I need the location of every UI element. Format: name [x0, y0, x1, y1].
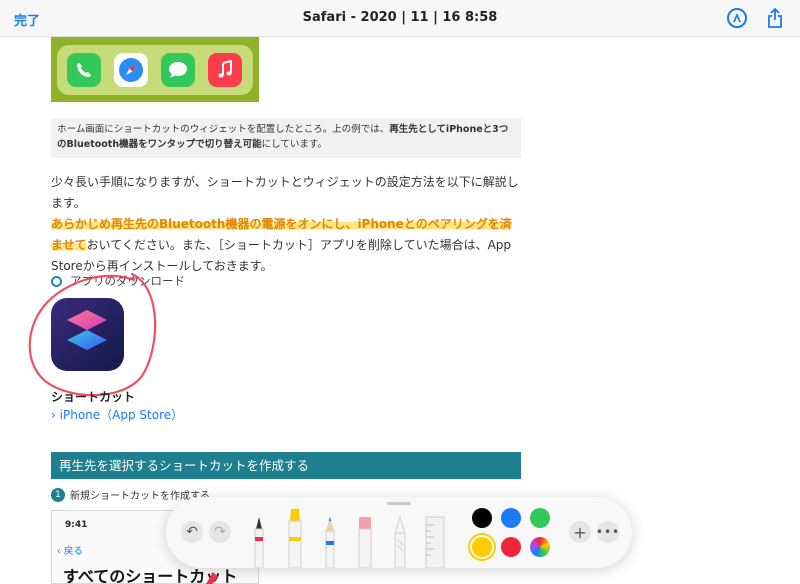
store-link-label: iPhone（App Store）: [59, 408, 184, 422]
chevron-left-icon: ‹: [57, 546, 61, 557]
chevron-right-icon: ›: [51, 408, 56, 422]
toolbar-grabber[interactable]: [387, 502, 411, 505]
pen-annotation-circle: [28, 272, 157, 397]
article-paragraph: 少々長い手順になりますが、ショートカットとウィジェットの設定方法を以下に解説しま…: [51, 172, 523, 277]
color-wheel-icon[interactable]: [530, 537, 550, 557]
add-icon[interactable]: +: [569, 521, 591, 543]
ruler-tool-icon[interactable]: [424, 515, 446, 568]
color-yellow-swatch[interactable]: [472, 537, 492, 557]
page-title: Safari - 2020 | 11 | 16 8:58: [302, 10, 498, 25]
phone-icon: [67, 53, 101, 87]
color-blue-swatch[interactable]: [501, 508, 521, 528]
app-store-link[interactable]: › iPhone（App Store）: [51, 406, 183, 423]
paragraph-text: 少々長い手順になりますが、ショートカットとウィジェットの設定方法を以下に解説しま…: [51, 175, 519, 210]
status-time: 9:41: [65, 520, 88, 530]
undo-icon[interactable]: ↶: [181, 521, 203, 543]
back-button: ‹ 戻る: [57, 543, 83, 557]
highlighter-tool-icon[interactable]: [287, 507, 303, 568]
redo-icon[interactable]: ↷: [209, 521, 231, 543]
caption-text: ホーム画面にショートカットのウィジェットを配置したところ。上の例では、: [57, 124, 390, 135]
safari-icon: [114, 53, 148, 87]
caption-text-end: にしています。: [261, 139, 327, 150]
image-caption: ホーム画面にショートカットのウィジェットを配置したところ。上の例では、再生先とし…: [51, 118, 521, 158]
back-label: 戻る: [63, 546, 83, 557]
color-green-swatch[interactable]: [530, 508, 550, 528]
more-icon[interactable]: •••: [596, 521, 619, 543]
app-name: ショートカット: [51, 390, 136, 404]
widget-screenshot: [51, 37, 259, 102]
section-heading: 再生先を選択するショートカットを作成する: [51, 452, 521, 479]
color-black-swatch[interactable]: [472, 508, 492, 528]
lasso-tool-icon[interactable]: [392, 515, 408, 568]
pen-tool-icon[interactable]: [252, 515, 266, 568]
color-red-swatch[interactable]: [501, 537, 521, 557]
dock: [57, 45, 253, 95]
share-icon[interactable]: [766, 7, 784, 29]
eraser-tool-icon[interactable]: [357, 515, 373, 568]
pen-cursor-icon: [206, 572, 218, 584]
music-icon: [208, 53, 242, 87]
pencil-tool-icon[interactable]: [323, 515, 337, 568]
messages-icon: [161, 53, 195, 87]
markup-top-bar: 完了 Safari - 2020 | 11 | 16 8:58: [0, 0, 800, 37]
markup-toolbar: ↶ ↷ + •••: [166, 497, 632, 568]
step-number-badge: 1: [51, 487, 65, 502]
markup-pen-icon[interactable]: [727, 8, 747, 28]
